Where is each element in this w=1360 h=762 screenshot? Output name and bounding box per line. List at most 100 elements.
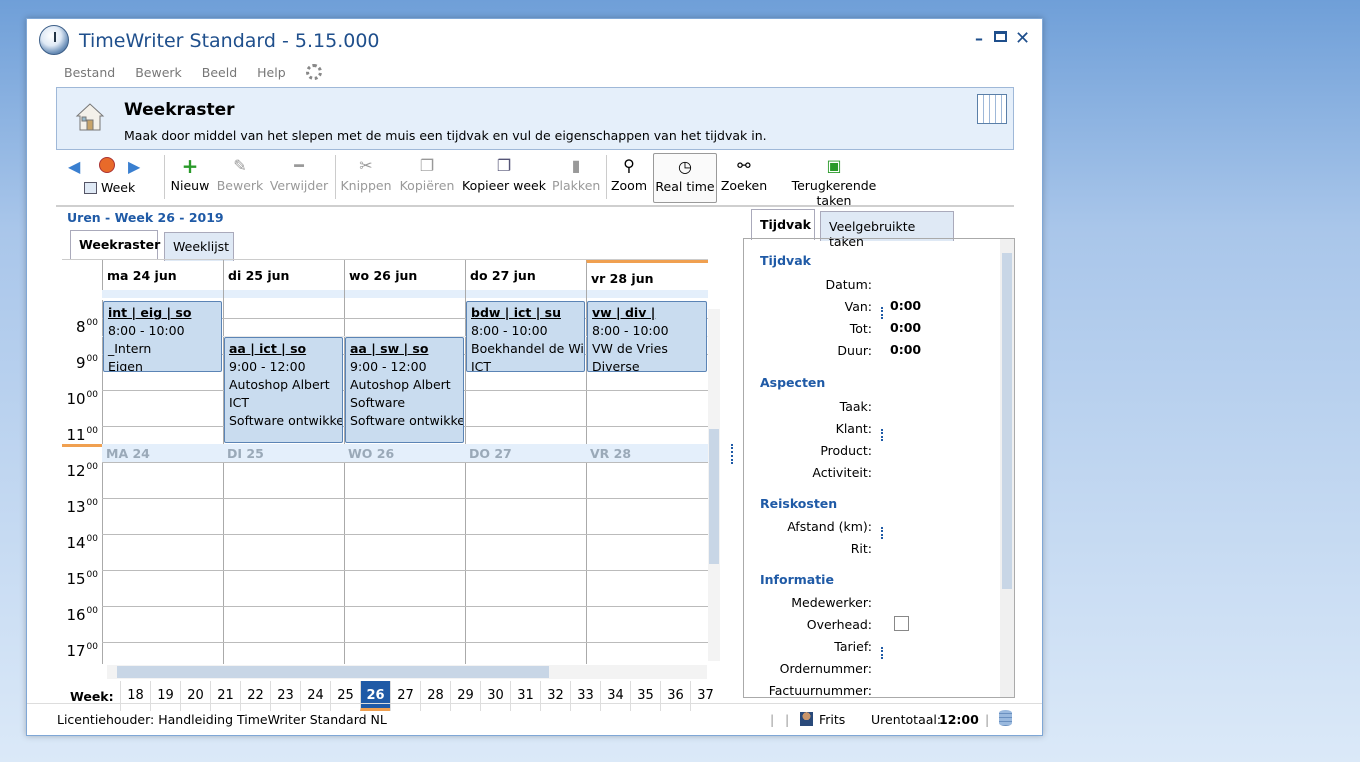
value-van[interactable]: 0:00 <box>890 298 921 313</box>
scroll-thumb[interactable] <box>1002 253 1012 589</box>
properties-scrollbar[interactable] <box>1000 239 1014 697</box>
grid-vertical-scrollbar[interactable] <box>708 309 720 661</box>
user-name[interactable]: Frits <box>819 712 845 727</box>
menu-bewerk[interactable]: Bewerk <box>135 65 182 83</box>
bewerk-label: Bewerk <box>216 178 264 193</box>
divider <box>102 570 708 571</box>
minutes-text: 00 <box>86 426 98 436</box>
value-tot[interactable]: 0:00 <box>890 320 921 335</box>
day-header: wo 26 jun <box>344 260 465 290</box>
day-header: do 27 jun <box>465 260 586 290</box>
appointment-block[interactable]: bdw | ict | su 8:00 - 10:00 Boekhandel de … <box>466 301 585 372</box>
label-product: Product: <box>820 443 872 458</box>
app-window: TimeWriter Standard - 5.15.000 – ✕ Besta… <box>26 18 1043 736</box>
hour-label: 1600 <box>62 606 102 624</box>
copy-week-icon: ❐ <box>496 156 512 175</box>
close-button[interactable]: ✕ <box>1015 28 1030 49</box>
page-description: Maak door middel van het slepen met de m… <box>124 128 767 143</box>
realtime-label: Real time <box>655 179 715 194</box>
day-band-label: WO 26 <box>348 446 395 461</box>
tab-weekraster[interactable]: Weekraster <box>70 230 160 260</box>
plakken-label: Plakken <box>552 178 601 193</box>
week-button[interactable]: Week <box>84 180 135 195</box>
minutes-text: 00 <box>86 390 98 400</box>
minutes-text: 00 <box>86 642 98 652</box>
minimize-button[interactable]: – <box>975 29 983 48</box>
label-taak: Taak: <box>839 399 872 414</box>
plakken-button[interactable]: ▮ Plakken <box>552 153 600 203</box>
kopieer-week-button[interactable]: ❐ Kopieer week <box>462 153 546 203</box>
plus-icon: + <box>181 154 199 178</box>
kopieren-button[interactable]: ❐ Kopiëren <box>399 153 455 203</box>
knippen-button[interactable]: ✂ Knippen <box>340 153 392 203</box>
bewerk-button[interactable]: ✎ Bewerk <box>216 153 264 203</box>
scroll-thumb[interactable] <box>709 429 719 564</box>
pencil-icon: ✎ <box>233 156 247 175</box>
magnifier-icon: ⚲ <box>623 156 635 175</box>
grid-horizontal-scrollbar[interactable] <box>107 665 707 679</box>
value-duur[interactable]: 0:00 <box>890 342 921 357</box>
minutes-text: 00 <box>86 498 98 508</box>
week-grid[interactable]: ma 24 jun di 25 jun wo 26 jun do 27 jun … <box>62 259 708 664</box>
arrow-right-icon[interactable]: ▶ <box>128 157 140 176</box>
appointment-line: Eigen <box>108 359 143 372</box>
zoeken-label: Zoeken <box>720 178 768 193</box>
nieuw-button[interactable]: + Nieuw <box>169 153 211 203</box>
tab-weeklijst[interactable]: Weeklijst <box>164 232 234 261</box>
appointment-line: Diverse <box>592 359 640 372</box>
splitter-handle[interactable] <box>881 429 883 441</box>
today-icon[interactable] <box>99 157 115 173</box>
gear-icon[interactable] <box>305 64 322 80</box>
minutes-text: 00 <box>86 318 98 328</box>
label-activiteit: Activiteit: <box>812 465 872 480</box>
maximize-button[interactable] <box>994 31 1007 42</box>
menu-help[interactable]: Help <box>257 65 286 83</box>
section-informatie: Informatie <box>760 572 834 587</box>
tab-veelgebruikte-taken[interactable]: Veelgebruikte taken <box>820 211 954 249</box>
appointment-block[interactable]: aa | sw | so 9:00 - 12:00 Autoshop Albert S… <box>345 337 464 443</box>
tab-tijdvak[interactable]: Tijdvak <box>751 209 815 240</box>
appointment-time: 9:00 - 12:00 <box>229 359 306 374</box>
appointment-block[interactable]: vw | div | 8:00 - 10:00 VW de Vries Diverse <box>587 301 707 372</box>
clock-icon <box>39 25 69 55</box>
terugkerende-taken-button[interactable]: ▣ Terugkerende taken <box>773 153 895 209</box>
user-icon <box>800 712 813 726</box>
label-factuurnummer: Factuurnummer: <box>768 683 872 698</box>
menu-beeld[interactable]: Beeld <box>202 65 237 83</box>
divider <box>335 155 336 199</box>
splitter-handle[interactable] <box>881 307 883 319</box>
appointment-line: Software <box>350 395 406 410</box>
hour-text: 11 <box>66 426 86 444</box>
copy-icon: ❐ <box>419 156 435 175</box>
label-medewerker: Medewerker: <box>791 595 872 610</box>
appointment-code: vw | div | <box>592 305 656 320</box>
menu-bestand[interactable]: Bestand <box>64 65 115 83</box>
day-band-label: DO 27 <box>469 446 512 461</box>
calendar-icon[interactable] <box>977 94 1007 124</box>
section-tijdvak: Tijdvak <box>760 253 811 268</box>
scroll-thumb[interactable] <box>117 666 549 678</box>
verwijder-button[interactable]: ━ Verwijder <box>269 153 329 203</box>
overhead-checkbox[interactable] <box>894 616 909 631</box>
hour-label: 800 <box>62 318 102 336</box>
splitter-handle[interactable] <box>881 527 883 539</box>
properties-panel: Tijdvak Datum: Van: 0:00 Tot: 0:00 Duur:… <box>743 238 1015 698</box>
appointment-block[interactable]: int | eig | so 8:00 - 10:00 _Intern Eigen <box>103 301 222 372</box>
day-band-label: MA 24 <box>106 446 150 461</box>
minus-icon: ━ <box>294 156 304 175</box>
appointment-block[interactable]: aa | ict | so 9:00 - 12:00 Autoshop Albert… <box>224 337 343 443</box>
realtime-button[interactable]: ◷ Real time <box>653 153 717 203</box>
hour-text: 15 <box>66 570 86 588</box>
splitter-handle[interactable] <box>731 444 735 464</box>
label-ordernummer: Ordernummer: <box>779 661 872 676</box>
license-text: Licentiehouder: Handleiding TimeWriter S… <box>57 712 387 727</box>
section-aspecten: Aspecten <box>760 375 826 390</box>
zoeken-button[interactable]: ⚯ Zoeken <box>720 153 768 203</box>
urentotaal-value: 12:00 <box>939 712 979 727</box>
database-icon[interactable] <box>999 710 1012 726</box>
label-datum: Datum: <box>825 277 873 292</box>
zoom-button[interactable]: ⚲ Zoom <box>610 153 648 203</box>
arrow-left-icon[interactable]: ◀ <box>68 157 80 176</box>
splitter-handle[interactable] <box>881 647 883 659</box>
status-bar: Licentiehouder: Handleiding TimeWriter S… <box>27 703 1042 735</box>
